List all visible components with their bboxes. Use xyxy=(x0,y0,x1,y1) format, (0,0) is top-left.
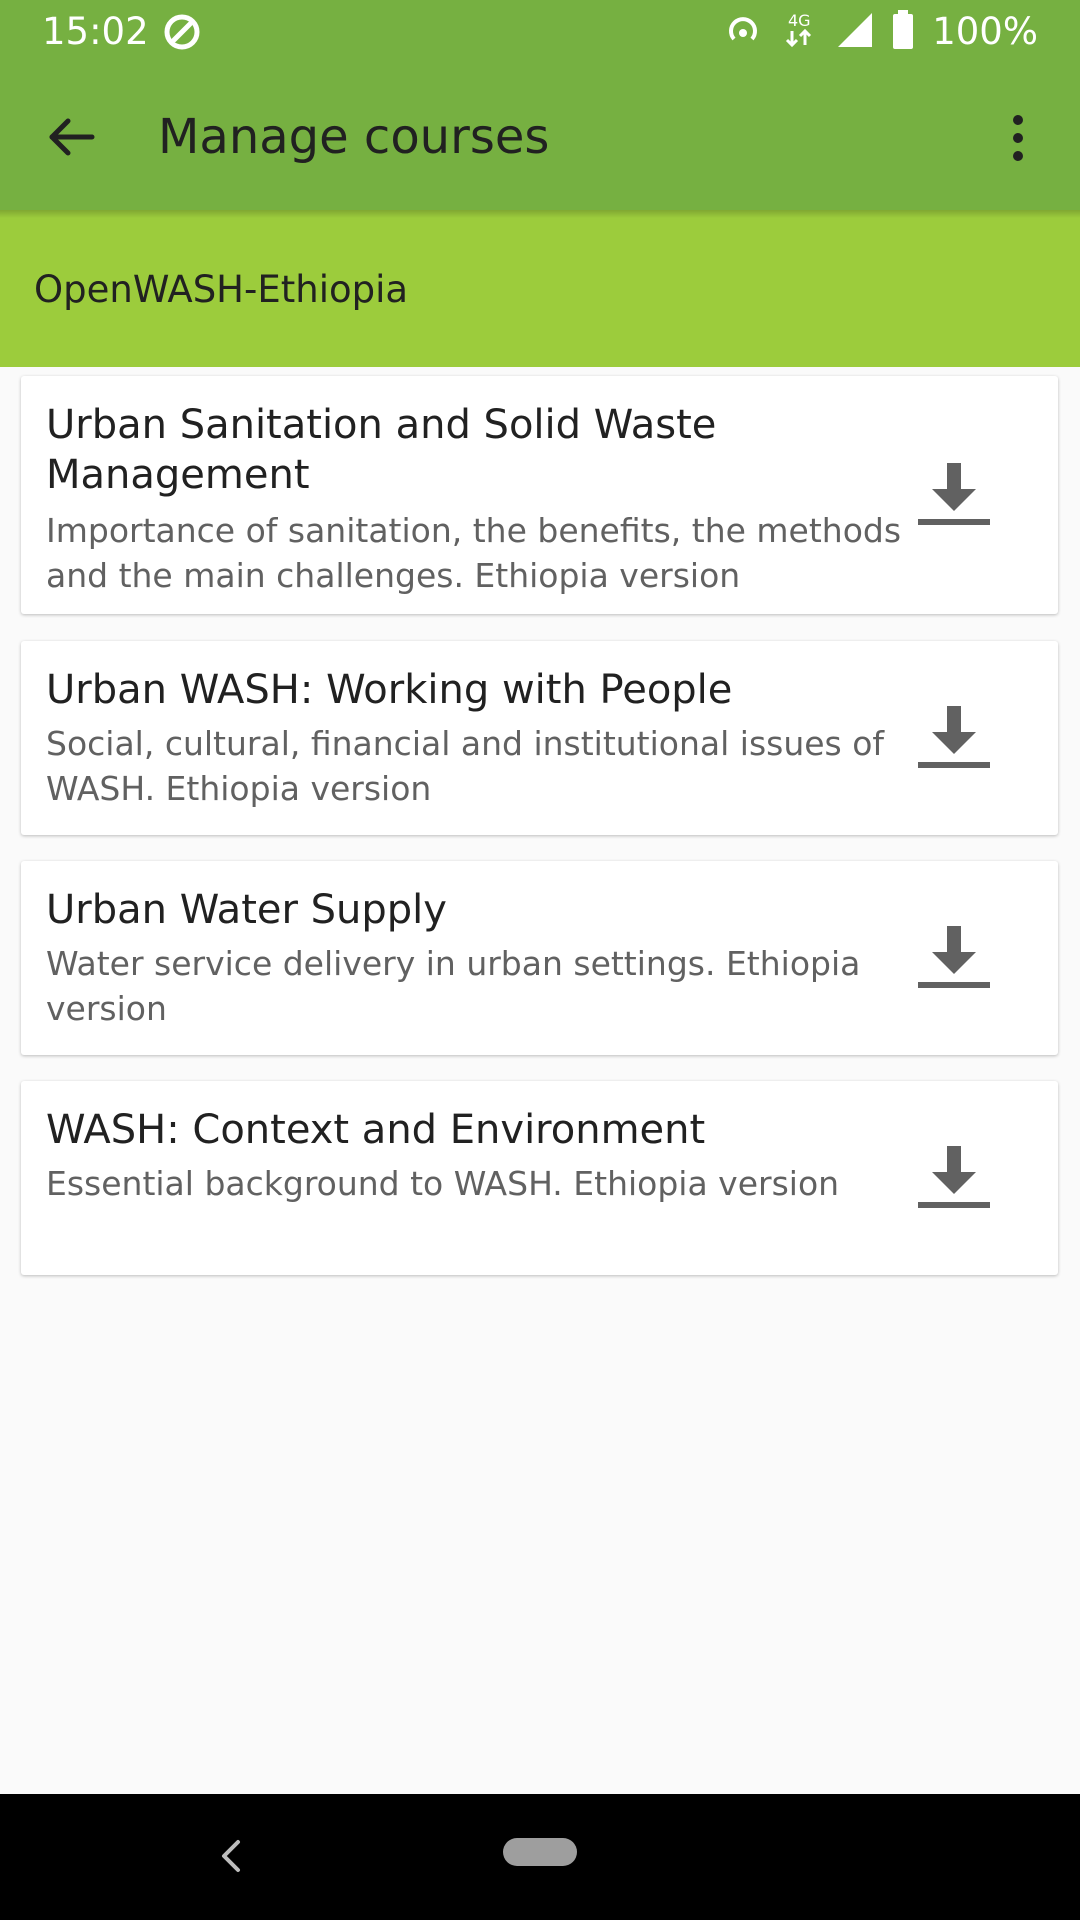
course-description: Social, cultural, financial and institut… xyxy=(46,724,885,808)
download-icon[interactable] xyxy=(914,918,994,998)
hotspot-icon xyxy=(724,11,762,53)
course-description: Importance of sanitation, the benefits, … xyxy=(46,511,902,595)
svg-text:4G: 4G xyxy=(788,11,811,30)
more-vert-icon[interactable] xyxy=(990,110,1046,166)
course-card[interactable]: WASH: Context and Environment Essential … xyxy=(21,1081,1058,1275)
category-header: OpenWASH-Ethiopia xyxy=(0,210,1080,367)
arrow-back-icon[interactable] xyxy=(44,109,100,165)
page-title: Manage courses xyxy=(158,109,550,165)
download-icon[interactable] xyxy=(914,1138,994,1218)
signal-icon xyxy=(836,11,874,53)
battery-level: 100% xyxy=(932,10,1038,53)
course-card[interactable]: Urban Water Supply Water service deliver… xyxy=(21,861,1058,1055)
course-description: Water service delivery in urban settings… xyxy=(46,944,861,1028)
app-bar-shadow xyxy=(0,210,1080,218)
course-title: Urban WASH: Working with People xyxy=(46,667,733,713)
download-icon[interactable] xyxy=(914,455,994,535)
system-navigation-bar xyxy=(0,1794,1080,1920)
network-4g-icon: 4G xyxy=(780,9,818,55)
status-icons: 4G 100% xyxy=(724,10,1038,54)
course-title: Urban Water Supply xyxy=(46,887,447,933)
course-card[interactable]: Urban WASH: Working with People Social, … xyxy=(21,641,1058,835)
nav-back-icon[interactable] xyxy=(212,1836,252,1876)
course-description: Essential background to WASH. Ethiopia v… xyxy=(46,1164,840,1203)
sync-icon xyxy=(162,12,202,52)
status-bar: 15:02 4G 100% xyxy=(0,0,1080,63)
download-icon[interactable] xyxy=(914,698,994,778)
category-title: OpenWASH-Ethiopia xyxy=(34,268,409,311)
status-time: 15:02 xyxy=(42,10,149,53)
course-card[interactable]: Urban Sanitation and Solid Waste Managem… xyxy=(21,376,1058,614)
nav-home-pill[interactable] xyxy=(503,1838,577,1866)
battery-icon xyxy=(892,10,914,54)
course-title: Urban Sanitation and Solid Waste Managem… xyxy=(46,402,717,498)
course-title: WASH: Context and Environment xyxy=(46,1107,706,1153)
app-bar: Manage courses xyxy=(0,63,1080,210)
